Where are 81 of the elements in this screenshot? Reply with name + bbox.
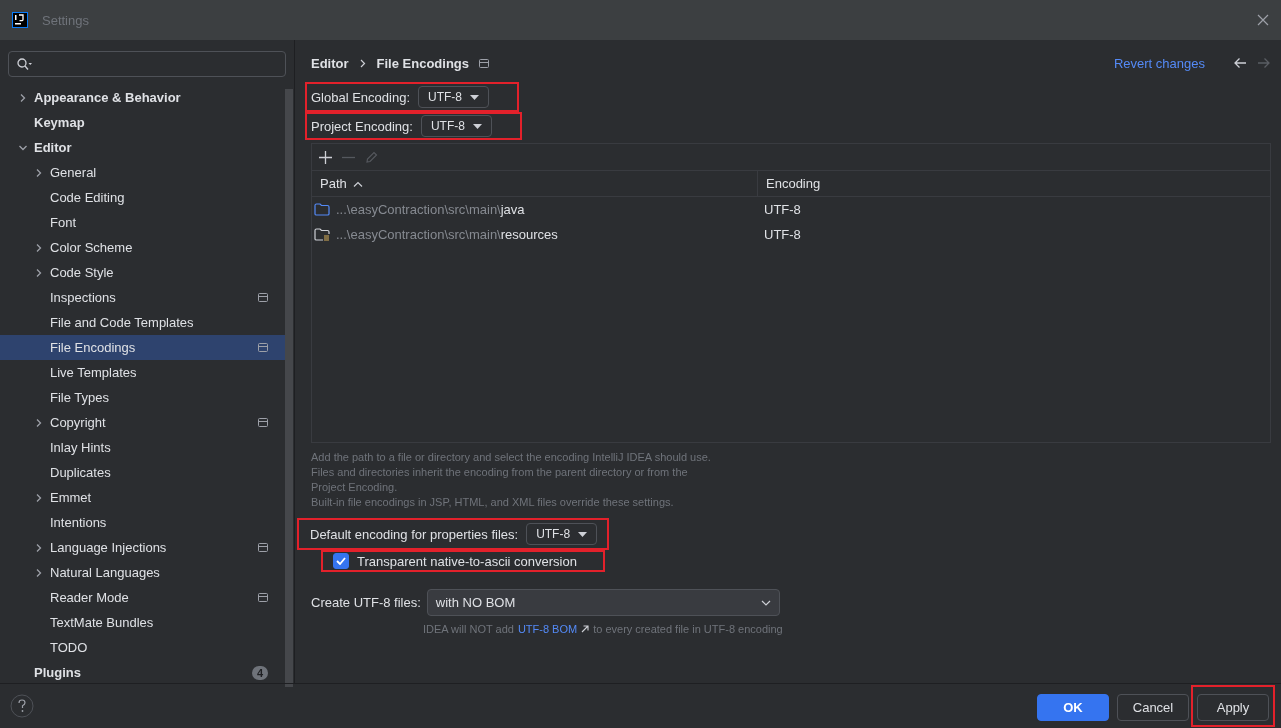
encoding-cell-text: UTF-8 <box>763 227 801 242</box>
close-icon[interactable] <box>1257 14 1269 26</box>
dropdown-arrow-icon <box>578 531 588 537</box>
dialog-button[interactable]: Cancel <box>1117 694 1189 721</box>
project-encoding-label: Project Encoding: <box>311 118 413 134</box>
checkmark-icon <box>336 557 346 565</box>
chevron-down-icon <box>760 599 771 606</box>
column-header[interactable]: Encoding <box>758 171 821 196</box>
app-logo-icon <box>12 12 28 28</box>
sidebar-item[interactable]: General <box>0 160 285 185</box>
chevron-icon[interactable] <box>34 167 44 178</box>
sidebar-item[interactable]: Emmet <box>0 485 285 510</box>
resource-folder-icon <box>314 228 330 241</box>
sidebar-item[interactable]: Copyright <box>0 410 285 435</box>
encoding-dropdown[interactable]: UTF-8 <box>420 115 492 137</box>
path-cell: ...\easyContraction\src\main\resources <box>312 227 758 242</box>
sidebar-item[interactable]: Editor <box>0 135 285 160</box>
sidebar-item[interactable]: TextMate Bundles <box>0 610 285 635</box>
sidebar-item[interactable]: Duplicates <box>0 460 285 485</box>
external-link-icon <box>581 625 590 633</box>
chevron-icon[interactable] <box>34 492 44 503</box>
count-badge: 4 <box>252 665 268 680</box>
bom-link[interactable]: UTF-8 BOM <box>517 623 578 635</box>
help-icon[interactable] <box>10 694 34 718</box>
path-cell: ...\easyContraction\src\main\java <box>312 202 758 217</box>
column-header[interactable]: Path <box>312 171 758 196</box>
sidebar-item[interactable]: Intentions <box>0 510 285 535</box>
chevron-icon[interactable] <box>34 267 44 278</box>
chevron-icon <box>358 58 367 68</box>
chevron-icon[interactable] <box>34 542 44 553</box>
scrollbar[interactable] <box>285 89 293 687</box>
sidebar-item[interactable]: Live Templates <box>0 360 285 385</box>
back-arrow-icon[interactable] <box>1233 57 1247 69</box>
sidebar-item[interactable]: File Encodings <box>0 335 285 360</box>
sidebar-item[interactable]: Code Style <box>0 260 285 285</box>
window-title: Settings <box>42 12 89 28</box>
checkbox-label: Transparent native-to-ascii conversion <box>357 553 577 569</box>
encoding-cell-text: UTF-8 <box>763 202 801 217</box>
search-icon <box>17 57 33 71</box>
help-text: Files and directories inherit the encoding from the parent directory or from the Project Encoding. <box>311 465 689 495</box>
sidebar-item[interactable]: Appearance & Behavior <box>0 85 285 110</box>
sidebar-item[interactable]: Inspections <box>0 285 285 310</box>
help-text: Add the path to a file or directory and select the encoding IntelliJ IDEA should use. <box>311 450 712 465</box>
sidebar-item[interactable]: Language Injections <box>0 535 285 560</box>
sidebar-item[interactable]: TODO <box>0 635 285 660</box>
checkbox[interactable] <box>333 553 349 569</box>
breadcrumb-item: Editor <box>311 55 349 71</box>
sidebar-item[interactable]: Color Scheme <box>0 235 285 260</box>
dropdown-arrow-icon <box>472 123 482 129</box>
revert-changes-link[interactable]: Revert changes <box>1113 55 1205 71</box>
dialog-button[interactable]: Apply <box>1197 694 1269 721</box>
hint-text: to every created file in UTF-8 encoding <box>593 623 783 635</box>
bom-dropdown[interactable]: with NO BOM <box>426 589 780 616</box>
global-encoding-label: Global Encoding: <box>311 89 410 105</box>
sidebar-item[interactable]: Keymap <box>0 110 285 135</box>
properties-encoding-label: Default encoding for properties files: <box>310 526 519 542</box>
search-field[interactable] <box>8 51 286 77</box>
encoding-dropdown[interactable]: UTF-8 <box>418 86 489 108</box>
sidebar-item[interactable]: File Types <box>0 385 285 410</box>
window-icon <box>479 58 490 68</box>
breadcrumb-item: File Encodings <box>376 55 470 71</box>
sidebar-item[interactable]: Code Editing <box>0 185 285 210</box>
sidebar-item[interactable]: Natural Languages <box>0 560 285 585</box>
add-icon[interactable] <box>319 150 332 164</box>
chevron-icon[interactable] <box>34 567 44 578</box>
sidebar-item[interactable]: Plugins 4 <box>0 660 285 685</box>
folder-icon <box>314 203 330 216</box>
sidebar-item[interactable]: Font <box>0 210 285 235</box>
chevron-icon[interactable] <box>34 242 44 253</box>
sort-ascending-icon <box>352 180 363 187</box>
dialog-button[interactable]: OK <box>1037 694 1109 721</box>
create-utf8-label: Create UTF-8 files: <box>311 595 421 610</box>
sidebar-item[interactable]: Reader Mode <box>0 585 285 610</box>
sidebar-item[interactable]: File and Code Templates <box>0 310 285 335</box>
sidebar-item[interactable]: Inlay Hints <box>0 435 285 460</box>
help-text: Built-in file encodings in JSP, HTML, and XML files override these settings. <box>311 495 675 510</box>
hint-text: IDEA will NOT add <box>423 623 514 635</box>
chevron-icon[interactable] <box>18 92 28 103</box>
encoding-dropdown[interactable]: UTF-8 <box>526 523 598 545</box>
dropdown-arrow-icon <box>470 94 479 100</box>
chevron-icon[interactable] <box>34 417 44 428</box>
